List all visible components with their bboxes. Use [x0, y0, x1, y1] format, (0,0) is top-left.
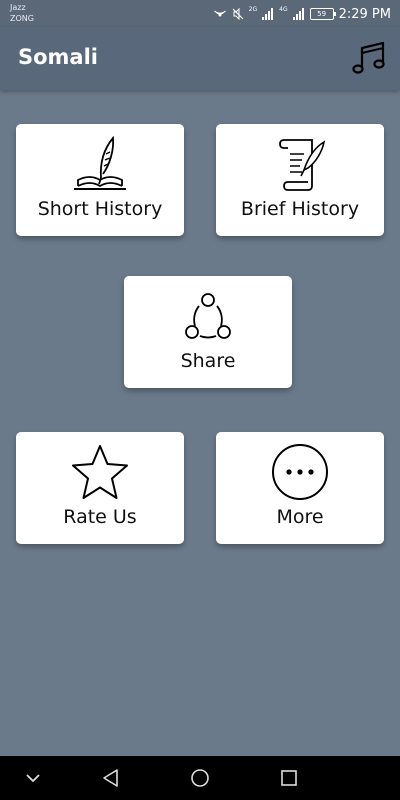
- network-type-1: 2G: [248, 5, 258, 13]
- rate-us-label: Rate Us: [63, 506, 137, 528]
- short-history-card[interactable]: Short History: [16, 124, 184, 236]
- home-circle-icon: [191, 769, 209, 787]
- battery-level: 59: [317, 10, 327, 18]
- share-label: Share: [180, 350, 236, 372]
- nav-back-button[interactable]: [100, 767, 122, 789]
- status-icons: 2G 4G 59 2:29 PM: [213, 4, 391, 24]
- more-card[interactable]: More: [216, 432, 384, 544]
- mute-icon: [232, 8, 244, 20]
- share-icon: [178, 286, 238, 346]
- app-title: Somali: [18, 45, 99, 69]
- quill-book-icon: [70, 134, 130, 194]
- carrier-info: Jazz ZONG: [10, 2, 34, 24]
- status-bar: Jazz ZONG 2G 4G 59 2:29 PM: [0, 0, 400, 27]
- nav-home-button[interactable]: [189, 767, 211, 789]
- nav-hide-button[interactable]: [22, 767, 44, 789]
- music-note-icon: [352, 41, 385, 74]
- brief-history-card[interactable]: Brief History: [216, 124, 384, 236]
- nav-recents-button[interactable]: [278, 767, 300, 789]
- hotspot-icon: [213, 10, 226, 17]
- chevron-down-icon: [26, 774, 40, 783]
- scroll-quill-icon: [270, 134, 330, 194]
- more-label: More: [276, 506, 324, 528]
- star-icon: [69, 442, 131, 502]
- brief-history-label: Brief History: [240, 198, 360, 220]
- clock: 2:29 PM: [338, 6, 391, 22]
- share-card[interactable]: Share: [124, 276, 292, 388]
- network-type-2: 4G: [279, 5, 288, 13]
- rate-us-card[interactable]: Rate Us: [16, 432, 184, 544]
- carrier-secondary: ZONG: [10, 14, 34, 23]
- music-button[interactable]: [351, 38, 387, 78]
- battery-icon: 59: [309, 8, 336, 20]
- back-triangle-icon: [103, 769, 118, 787]
- signal-icon-2: [292, 8, 304, 20]
- recents-square-icon: [281, 770, 297, 786]
- short-history-label: Short History: [37, 198, 163, 220]
- carrier-primary: Jazz: [10, 3, 26, 12]
- more-dots-icon: [270, 442, 330, 502]
- signal-icon-1: [262, 8, 274, 20]
- navigation-bar: [0, 756, 400, 800]
- app-bar: Somali: [0, 27, 400, 90]
